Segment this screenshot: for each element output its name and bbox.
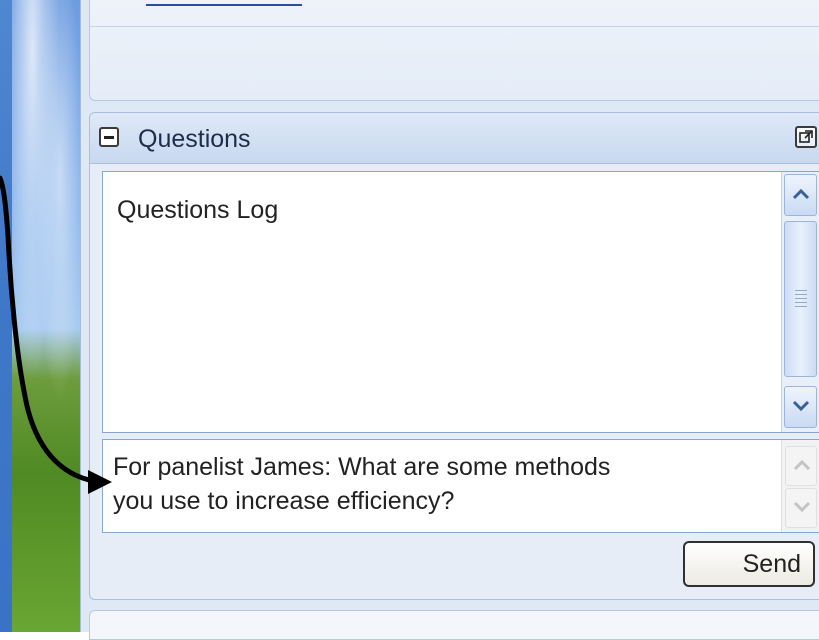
control-panel: Questions Questions Log For panelist Jam… xyxy=(80,0,819,640)
popout-icon[interactable] xyxy=(795,126,817,148)
log-scrollbar[interactable] xyxy=(781,172,819,432)
divider xyxy=(90,26,819,27)
next-panel-section xyxy=(89,610,819,640)
desktop-edge xyxy=(0,0,12,632)
input-scrollbar xyxy=(781,440,819,532)
scroll-down-icon[interactable] xyxy=(784,386,817,428)
question-input-text[interactable]: For panelist James: What are some method… xyxy=(113,450,753,518)
question-input[interactable]: For panelist James: What are some method… xyxy=(102,439,819,533)
scroll-up-icon[interactable] xyxy=(784,174,817,216)
previous-panel-section xyxy=(89,0,819,101)
grip-icon xyxy=(795,290,807,308)
questions-title: Questions xyxy=(138,125,251,153)
minus-icon[interactable] xyxy=(99,127,119,147)
questions-log-label: Questions Log xyxy=(117,196,279,224)
questions-header: Questions xyxy=(90,113,819,164)
send-button[interactable]: Send xyxy=(683,541,815,587)
questions-panel: Questions Questions Log For panelist Jam… xyxy=(89,112,819,600)
link-underline[interactable] xyxy=(146,4,302,6)
scroll-up-icon xyxy=(785,446,817,486)
desktop-wallpaper xyxy=(12,0,80,632)
scroll-thumb[interactable] xyxy=(784,221,817,377)
scroll-down-icon xyxy=(785,488,817,528)
questions-log[interactable]: Questions Log xyxy=(102,171,819,433)
